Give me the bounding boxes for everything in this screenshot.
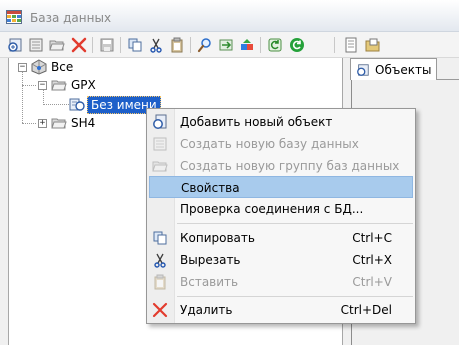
menu-item-label: Копировать [180, 231, 255, 245]
import-button[interactable] [217, 36, 235, 54]
search-button[interactable] [196, 36, 214, 54]
document-icon [345, 37, 357, 53]
title-bar: База данных [0, 0, 459, 32]
copy-icon [153, 231, 167, 245]
folder-image-icon [365, 38, 380, 52]
menu-item-label: Создать новую базу данных [180, 137, 359, 151]
menu-item-label: Удалить [180, 303, 233, 317]
red-x-icon [71, 37, 87, 53]
sync-button[interactable] [288, 36, 306, 54]
open-folder-icon [51, 80, 67, 91]
menu-separator [177, 223, 413, 224]
menu-item-label: Проверка соединения с БД... [180, 202, 364, 216]
expand-expander[interactable]: + [38, 119, 47, 128]
menu-item-create-group[interactable]: Создать новую группу баз данных [149, 155, 413, 177]
menu-item-shortcut: Ctrl+C [352, 231, 392, 245]
clipboard-icon [171, 37, 183, 53]
add-object-button[interactable] [6, 36, 24, 54]
export-icon [241, 39, 253, 50]
toolbar-separator [260, 37, 261, 53]
refresh-button[interactable] [266, 36, 284, 54]
save-button[interactable] [98, 36, 116, 54]
database-grid-icon [6, 10, 22, 24]
toolbar-separator [92, 37, 93, 53]
add-object-icon [357, 63, 369, 76]
refresh-icon [268, 38, 282, 52]
menu-item-label: Вставить [180, 275, 239, 289]
menu-item-cut[interactable]: Вырезать Ctrl+X [149, 249, 413, 271]
add-object-icon [8, 38, 22, 52]
create-database-icon [153, 137, 167, 151]
menu-item-add-object[interactable]: Добавить новый объект [149, 111, 413, 133]
create-database-icon [29, 38, 43, 52]
window-title: База данных [30, 11, 112, 25]
menu-item-create-database[interactable]: Создать новую базу данных [149, 133, 413, 155]
tree-node-all[interactable]: − Все [9, 58, 329, 76]
scissors-icon [154, 253, 166, 268]
menu-item-copy[interactable]: Копировать Ctrl+C [149, 227, 413, 249]
delete-button[interactable] [70, 36, 88, 54]
tree-node-gpx[interactable]: − GPX [9, 77, 329, 95]
document-button[interactable] [342, 36, 360, 54]
menu-item-label: Добавить новый объект [180, 115, 333, 129]
import-icon [219, 39, 233, 51]
magnifier-icon [197, 38, 211, 53]
toolbar-separator [190, 37, 191, 53]
tab-label: Объекты [375, 62, 432, 77]
toolbar [0, 32, 459, 58]
context-menu: Добавить новый объект Создать новую базу… [146, 108, 416, 324]
menu-item-test-connection[interactable]: Проверка соединения с БД... [149, 198, 413, 220]
tree-node-label: GPX [71, 78, 96, 92]
menu-item-label: Свойства [181, 181, 240, 195]
folder-image-button[interactable] [364, 36, 382, 54]
menu-separator [177, 296, 413, 297]
all-databases-icon [31, 59, 47, 75]
cut-button[interactable] [147, 36, 165, 54]
menu-item-shortcut: Ctrl+V [352, 275, 392, 289]
menu-item-delete[interactable]: Удалить Ctrl+Del [149, 299, 413, 321]
menu-item-properties[interactable]: Свойства [149, 176, 413, 198]
toolbar-separator [120, 37, 121, 53]
tree-node-label: SH4 [71, 116, 96, 130]
tab-strip-line [437, 79, 459, 80]
open-folder-icon [51, 118, 67, 129]
clipboard-icon [154, 274, 166, 290]
red-x-icon [152, 302, 168, 318]
copy-button[interactable] [126, 36, 144, 54]
collapse-expander[interactable]: − [38, 81, 47, 90]
menu-item-label: Вырезать [180, 253, 241, 267]
collapse-expander[interactable]: − [18, 63, 27, 72]
add-object-icon [153, 114, 167, 129]
menu-item-paste[interactable]: Вставить Ctrl+V [149, 271, 413, 293]
tree-node-label: Все [51, 60, 74, 74]
menu-item-label: Создать новую группу баз данных [180, 159, 400, 173]
create-database-button[interactable] [27, 36, 45, 54]
toolbar-separator [334, 37, 335, 53]
copy-icon [128, 38, 142, 52]
create-group-button[interactable] [48, 36, 66, 54]
database-icon [69, 98, 85, 111]
paste-button[interactable] [168, 36, 186, 54]
scissors-icon [150, 38, 162, 53]
menu-item-shortcut: Ctrl+X [352, 253, 392, 267]
export-button[interactable] [238, 36, 256, 54]
floppy-icon [100, 38, 114, 52]
open-folder-icon [152, 161, 168, 172]
menu-item-shortcut: Ctrl+Del [340, 303, 392, 317]
open-folder-icon [49, 40, 65, 51]
tab-objects[interactable]: Объекты [350, 58, 437, 80]
green-circle-arrow-icon [290, 38, 304, 52]
